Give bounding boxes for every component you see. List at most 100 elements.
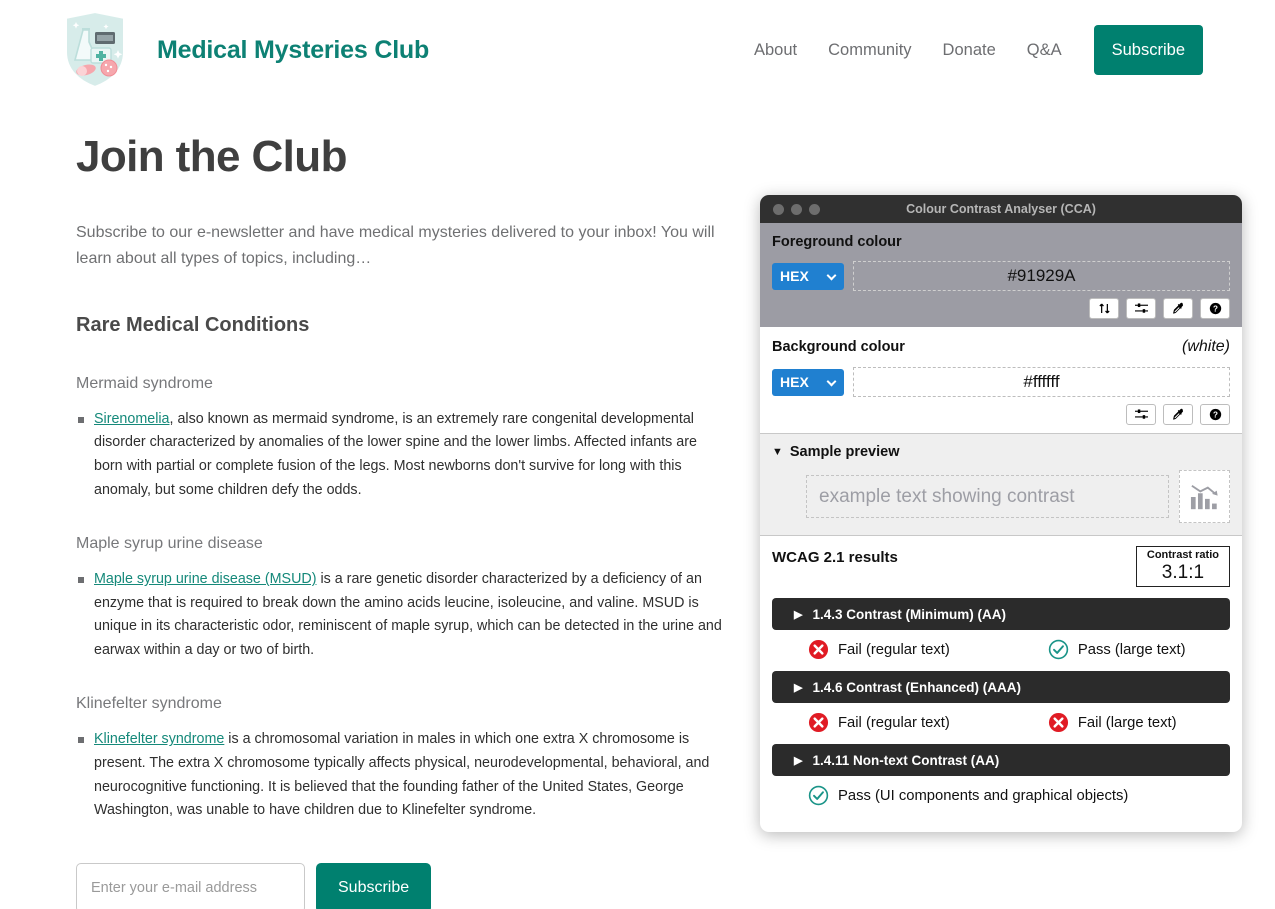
criterion-146-header[interactable]: ▶ 1.4.6 Contrast (Enhanced) (AAA) <box>772 671 1230 704</box>
sample-preview-panel: ▼ Sample preview example text showing co… <box>760 434 1242 536</box>
result-146-regular: Fail (regular text) <box>808 712 950 733</box>
cca-window-title: Colour Contrast Analyser (CCA) <box>906 202 1096 216</box>
triangle-right-icon: ▶ <box>794 681 803 694</box>
condition-heading-msud: Maple syrup urine disease <box>76 535 263 553</box>
fail-icon <box>1048 713 1068 733</box>
result-text: Pass (UI components and graphical object… <box>838 787 1129 804</box>
list-item: Sirenomelia, also known as mermaid syndr… <box>78 408 726 502</box>
criterion-143-header[interactable]: ▶ 1.4.3 Contrast (Minimum) (AA) <box>772 598 1230 631</box>
form-subscribe-button[interactable]: Subscribe <box>316 862 432 909</box>
criterion-1411-header[interactable]: ▶ 1.4.11 Non-text Contrast (AA) <box>772 744 1230 777</box>
foreground-colour-row: HEX #91929A <box>772 261 1230 291</box>
result-146-large: Fail (large text) <box>1048 712 1177 733</box>
criterion-143-label: 1.4.3 Contrast (Minimum) (AA) <box>812 606 1006 622</box>
sliders-icon[interactable] <box>1126 298 1156 319</box>
main-nav: About Community Donate Q&A Subscribe <box>754 25 1203 75</box>
result-text: Fail (large text) <box>1077 714 1177 731</box>
criterion-146-label: 1.4.6 Contrast (Enhanced) (AAA) <box>812 679 1021 695</box>
foreground-colour-panel: Foreground colour HEX #91929A ? <box>760 223 1242 327</box>
foreground-format-value: HEX <box>780 268 809 284</box>
triangle-down-icon: ▼ <box>772 446 783 458</box>
background-colour-note: (white) <box>1181 338 1230 355</box>
criterion-1411-results: Pass (UI components and graphical object… <box>772 785 1230 806</box>
nav-item-donate[interactable]: Donate <box>943 41 996 60</box>
sliders-icon[interactable] <box>1126 404 1156 425</box>
condition-text: , also known as mermaid syndrome, is an … <box>94 410 697 498</box>
result-text: Fail (regular text) <box>838 714 950 731</box>
section-title: Rare Medical Conditions <box>76 313 310 336</box>
sample-preview-body: example text showing contrast <box>772 470 1230 523</box>
pass-icon <box>808 786 829 806</box>
criterion-146-results: Fail (regular text) Fail (large text) <box>772 712 1230 733</box>
sample-preview-title: Sample preview <box>789 444 900 460</box>
condition-list-msud: Maple syrup urine disease (MSUD) is a ra… <box>76 568 726 662</box>
sample-preview-toggle[interactable]: ▼ Sample preview <box>772 444 1230 460</box>
foreground-label: Foreground colour <box>772 234 902 250</box>
close-window-dot[interactable] <box>773 203 784 215</box>
condition-body: Sirenomelia, also known as mermaid syndr… <box>94 411 697 498</box>
svg-text:?: ? <box>1213 411 1218 420</box>
contrast-ratio-label: Contrast ratio <box>1146 549 1219 561</box>
contrast-ratio-box: Contrast ratio 3.1:1 <box>1135 546 1230 588</box>
foreground-format-select[interactable]: HEX <box>772 262 844 290</box>
window-controls <box>773 203 820 215</box>
triangle-right-icon: ▶ <box>794 754 803 767</box>
nav-item-qa[interactable]: Q&A <box>1027 41 1062 60</box>
newsletter-form: Subscribe <box>76 862 726 909</box>
background-label: Background colour <box>772 339 905 355</box>
help-icon[interactable]: ? <box>1200 298 1230 319</box>
result-1411-ui: Pass (UI components and graphical object… <box>808 785 1128 806</box>
nav-item-community[interactable]: Community <box>828 41 911 60</box>
condition-list-mermaid: Sirenomelia, also known as mermaid syndr… <box>76 408 726 502</box>
background-format-select[interactable]: HEX <box>772 368 844 396</box>
background-colour-row: HEX #ffffff <box>772 367 1230 397</box>
foreground-header: Foreground colour <box>772 234 1230 250</box>
colour-contrast-analyser-window: Colour Contrast Analyser (CCA) Foregroun… <box>760 195 1242 832</box>
criterion-143-results: Fail (regular text) Pass (large text) <box>772 639 1230 660</box>
condition-link-msud[interactable]: Maple syrup urine disease (MSUD) <box>94 571 316 587</box>
sample-text: example text showing contrast <box>806 475 1169 518</box>
foreground-colour-input[interactable]: #91929A <box>853 261 1230 291</box>
nav-subscribe-button[interactable]: Subscribe <box>1093 25 1203 75</box>
condition-body: Maple syrup urine disease (MSUD) is a ra… <box>94 571 722 658</box>
contrast-ratio-value: 3.1:1 <box>1161 561 1205 583</box>
site-header: Medical Mysteries Club About Community D… <box>0 0 1275 100</box>
minimize-window-dot[interactable] <box>791 203 802 215</box>
pass-icon <box>1048 640 1069 660</box>
page-title: Join the Club <box>76 132 347 181</box>
condition-link-klinefelter[interactable]: Klinefelter syndrome <box>94 731 224 747</box>
cca-titlebar[interactable]: Colour Contrast Analyser (CCA) <box>760 195 1242 223</box>
fail-icon <box>808 713 829 733</box>
main-content: Join the Club Subscribe to our e-newslet… <box>76 132 726 909</box>
result-text: Pass (large text) <box>1077 641 1186 658</box>
fail-icon <box>808 640 829 660</box>
chevron-down-icon <box>826 270 837 280</box>
wcag-results-panel: WCAG 2.1 results Contrast ratio 3.1:1 ▶ … <box>760 536 1242 819</box>
nav-item-about[interactable]: About <box>754 41 797 60</box>
criterion-1411-label: 1.4.11 Non-text Contrast (AA) <box>812 752 1000 768</box>
condition-heading-klinefelter: Klinefelter syndrome <box>76 695 222 713</box>
declining-bar-chart-icon <box>1179 470 1230 523</box>
eyedropper-icon[interactable] <box>1163 298 1193 319</box>
background-colour-input[interactable]: #ffffff <box>853 367 1230 397</box>
condition-list-klinefelter: Klinefelter syndrome is a chromosomal va… <box>76 728 726 822</box>
brand[interactable]: Medical Mysteries Club <box>58 8 429 92</box>
background-header: Background colour (white) <box>772 338 1230 356</box>
help-icon[interactable]: ? <box>1200 404 1230 425</box>
result-143-large: Pass (large text) <box>1048 639 1186 660</box>
maximize-window-dot[interactable] <box>809 203 820 215</box>
eyedropper-icon[interactable] <box>1163 404 1193 425</box>
result-text: Fail (regular text) <box>838 641 950 658</box>
page-root: Medical Mysteries Club About Community D… <box>0 0 1275 909</box>
condition-link-sirenomelia[interactable]: Sirenomelia <box>94 411 170 427</box>
swap-colours-icon[interactable] <box>1089 298 1119 319</box>
triangle-right-icon: ▶ <box>794 608 803 621</box>
email-field[interactable] <box>76 862 305 909</box>
wcag-results-title: WCAG 2.1 results <box>772 549 898 566</box>
brand-title: Medical Mysteries Club <box>157 35 430 64</box>
background-colour-panel: Background colour (white) HEX #ffffff ? <box>760 327 1242 434</box>
foreground-icon-row: ? <box>772 298 1230 319</box>
svg-text:?: ? <box>1213 305 1218 314</box>
condition-body: Klinefelter syndrome is a chromosomal va… <box>94 731 709 818</box>
chevron-down-icon <box>826 376 837 386</box>
